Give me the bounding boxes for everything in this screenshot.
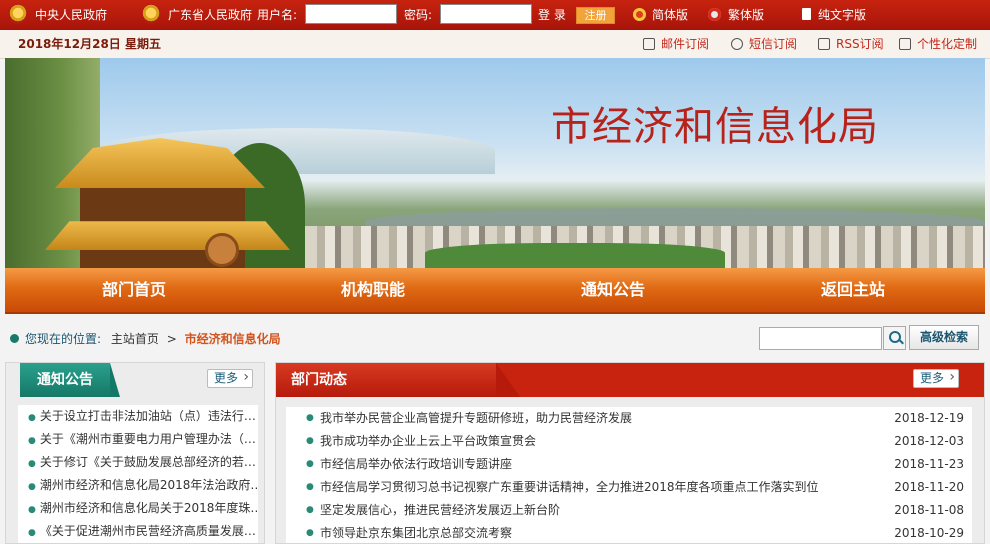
nav-back-main[interactable]: 返回主站: [821, 268, 885, 312]
province-gov-link[interactable]: 广东省人民政府: [168, 0, 252, 30]
pavilion-lower-roof: [45, 221, 290, 250]
list-item[interactable]: ● 关于《潮州市重要电力用户管理办法（…: [18, 428, 258, 451]
location-dot-icon: [10, 334, 19, 343]
table-row[interactable]: ● 市领导赴京东集团北京总部交流考察 2018-10-29: [286, 522, 972, 543]
email-subscribe-link[interactable]: 邮件订阅: [643, 30, 709, 58]
search-input[interactable]: [759, 327, 882, 350]
notices-title: 通知公告: [20, 363, 120, 397]
personalize-link[interactable]: 个性化定制: [899, 30, 977, 58]
banner-title: 市经济和信息化局: [551, 104, 879, 150]
table-row[interactable]: ● 市经信局学习贯彻习总书记视察广东重要讲话精神，全力推进2018年度各项重点工作…: [286, 476, 972, 499]
nav-notices[interactable]: 通知公告: [581, 268, 645, 312]
national-emblem-icon: [141, 4, 161, 24]
search-button[interactable]: [883, 326, 906, 350]
rss-subscribe-link[interactable]: RSS订阅: [818, 30, 884, 58]
layout-icon: [899, 38, 911, 50]
mail-icon: [643, 38, 655, 50]
breadcrumb-label: 您现在的位置:: [25, 332, 102, 346]
table-row[interactable]: ● 市经信局举办依法行政培训专题讲座 2018-11-23: [286, 453, 972, 476]
rss-icon: [818, 38, 830, 50]
traditional-flag-icon: [708, 8, 721, 21]
nav-functions[interactable]: 机构职能: [341, 268, 405, 312]
text-only-link[interactable]: 纯文字版: [818, 0, 866, 30]
banner-park: [425, 243, 725, 268]
top-bar: 中央人民政府 广东省人民政府 用户名: 密码: 登 录 注册 简体版 繁体版 纯…: [0, 0, 990, 30]
simplified-version-link[interactable]: 简体版: [652, 0, 688, 30]
password-input[interactable]: [440, 4, 532, 24]
username-input[interactable]: [305, 4, 397, 24]
breadcrumb-sep: >: [166, 332, 177, 346]
register-button[interactable]: 注册: [576, 7, 615, 24]
table-row[interactable]: ● 我市成功举办企业上云上平台政策宣贯会 2018-12-03: [286, 430, 972, 453]
date-bar: 2018年12月28日 星期五 邮件订阅 短信订阅 RSS订阅 个性化定制: [0, 30, 990, 59]
notices-panel: 通知公告 更多 ●关于设立打击非法加油站（点）违法行… ●关于《潮州市重要电力用…: [5, 362, 265, 544]
password-label: 密码:: [404, 8, 433, 22]
breadcrumb-home[interactable]: 主站首页: [111, 332, 159, 346]
notices-more-button[interactable]: 更多: [207, 369, 254, 388]
notices-list: ● 关于设立打击非法加油站（点）违法行… ● 关于《潮州市重要电力用户管理办法（… …: [18, 405, 258, 543]
list-item[interactable]: ● 潮州市经济和信息化局关于2018年度珠…: [18, 497, 258, 520]
news-list: ● 我市举办民营企业高管提升专题研修班，助力民营经济发展 2018-12-19 ● 我…: [286, 407, 972, 543]
central-gov-link[interactable]: 中央人民政府: [35, 0, 107, 30]
simplified-flag-icon: [633, 8, 646, 21]
nav-dept-home[interactable]: 部门首页: [102, 268, 166, 312]
current-date: 2018年12月28日 星期五: [18, 37, 161, 51]
table-row[interactable]: ● 坚定发展信心，推进民营经济发展迈上新台阶 2018-11-08: [286, 499, 972, 522]
table-row[interactable]: ● 我市举办民营企业高管提升专题研修班，助力民营经济发展 2018-12-19: [286, 407, 972, 430]
sms-subscribe-link[interactable]: 短信订阅: [731, 30, 797, 58]
pavilion-window: [205, 233, 239, 267]
traditional-version-link[interactable]: 繁体版: [728, 0, 764, 30]
breadcrumb-current: 市经济和信息化局: [184, 332, 281, 346]
banner: 市经济和信息化局: [5, 58, 985, 268]
news-title: 部门动态: [276, 363, 520, 397]
breadcrumb: 您现在的位置: 主站首页 > 市经济和信息化局: [10, 326, 281, 352]
main-nav: 部门首页 机构职能 通知公告 返回主站: [5, 268, 985, 314]
list-item[interactable]: ● 关于设立打击非法加油站（点）违法行…: [18, 405, 258, 428]
news-more-button[interactable]: 更多: [913, 369, 960, 388]
advanced-search-button[interactable]: 高级检索: [909, 325, 979, 350]
news-panel: 部门动态 更多 ●我市举办民营企业高管提升专题研修班，助力民营经济发展2018-…: [275, 362, 985, 544]
list-item[interactable]: ● 潮州市经济和信息化局2018年法治政府…: [18, 474, 258, 497]
chat-icon: [731, 38, 743, 50]
list-item[interactable]: ● 关于修订《关于鼓励发展总部经济的若…: [18, 451, 258, 474]
national-emblem-icon: [8, 4, 28, 24]
list-item[interactable]: ● 《关于促进潮州市民营经济高质量发展…: [18, 520, 258, 543]
login-button[interactable]: 登 录: [538, 0, 566, 30]
document-icon: [802, 8, 811, 20]
username-label: 用户名:: [257, 8, 298, 22]
